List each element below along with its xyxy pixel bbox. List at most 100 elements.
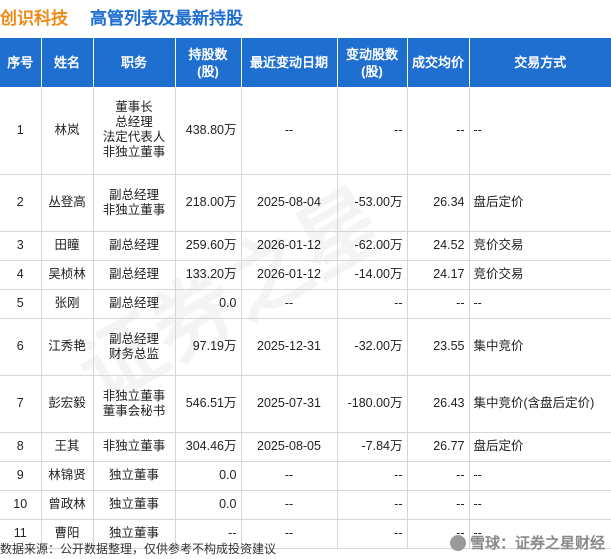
avg-price-cell: --: [407, 490, 470, 520]
change-date-cell: 2026-01-12: [241, 231, 338, 261]
company-name: 创识科技: [0, 9, 68, 28]
change-shares-cell: --: [337, 289, 408, 319]
shares-cell: 259.60万: [175, 231, 242, 261]
avg-price-cell: 24.52: [407, 231, 470, 261]
column-header-name: 姓名: [41, 38, 94, 87]
table-row: 3 田瞳 副总经理 259.60万 2026-01-12 -62.00万 24.52 竞价交易: [0, 231, 611, 261]
row-index: 1: [0, 87, 42, 175]
avg-price-cell: 26.43: [407, 375, 470, 433]
position-cell: 副总经理: [93, 289, 176, 319]
row-index: 3: [0, 231, 42, 261]
change-date-cell: --: [241, 87, 338, 175]
shares-cell: 133.20万: [175, 260, 242, 290]
column-header-trade-method: 交易方式: [469, 38, 611, 87]
change-shares-cell: -53.00万: [337, 174, 408, 232]
column-header-change-date: 最近变动日期: [241, 38, 338, 87]
position-cell: 非独立董事 董事会秘书: [93, 375, 176, 433]
change-shares-cell: -62.00万: [337, 231, 408, 261]
shares-cell: 0.0: [175, 490, 242, 520]
row-index: 9: [0, 461, 42, 491]
position-cell: 独立董事: [93, 461, 176, 491]
shares-cell: 218.00万: [175, 174, 242, 232]
table-row: 4 吴桢林 副总经理 133.20万 2026-01-12 -14.00万 24.17 竞价交…: [0, 260, 611, 290]
avg-price-cell: 26.34: [407, 174, 470, 232]
change-date-cell: --: [241, 289, 338, 319]
trade-method-cell: 集中竞价: [469, 318, 611, 376]
position-cell: 非独立董事: [93, 432, 176, 462]
row-index: 6: [0, 318, 42, 376]
trade-method-cell: --: [469, 461, 611, 491]
position-cell: 董事长 总经理 法定代表人 非独立董事: [93, 87, 176, 175]
trade-method-cell: 竞价交易: [469, 231, 611, 261]
title-bar: 创识科技 高管列表及最新持股: [0, 0, 611, 34]
name-cell: 彭宏毅: [41, 375, 94, 433]
trade-method-cell: 盘后定价: [469, 174, 611, 232]
row-index: 2: [0, 174, 42, 232]
snowball-logo-icon: [449, 535, 466, 551]
page-title: 高管列表及最新持股: [90, 9, 243, 28]
avg-price-cell: 24.17: [407, 260, 470, 290]
column-header-position: 职务: [93, 38, 176, 87]
change-shares-cell: -7.84万: [337, 432, 408, 462]
avg-price-cell: --: [407, 87, 470, 175]
column-header-index: 序号: [0, 38, 42, 87]
change-shares-cell: -32.00万: [337, 318, 408, 376]
table-row: 8 王其 非独立董事 304.46万 2025-08-05 -7.84万 26.77 盘后定价: [0, 432, 611, 462]
change-shares-cell: --: [337, 461, 408, 491]
position-cell: 副总经理: [93, 260, 176, 290]
data-source-note: 数据来源：公开数据整理，仅供参考不构成投资建议: [0, 542, 277, 556]
table-row: 7 彭宏毅 非独立董事 董事会秘书 546.51万 2025-07-31 -180.00万 2…: [0, 375, 611, 433]
column-header-change-shares: 变动股数 (股): [337, 38, 408, 87]
change-date-cell: 2025-08-05: [241, 432, 338, 462]
change-date-cell: 2026-01-12: [241, 260, 338, 290]
change-date-cell: --: [241, 461, 338, 491]
change-date-cell: 2025-12-31: [241, 318, 338, 376]
name-cell: 吴桢林: [41, 260, 94, 290]
row-index: 4: [0, 260, 42, 290]
name-cell: 丛登高: [41, 174, 94, 232]
row-index: 10: [0, 490, 42, 520]
name-cell: 王其: [41, 432, 94, 462]
change-shares-cell: -14.00万: [337, 260, 408, 290]
shares-cell: 0.0: [175, 289, 242, 319]
table-row: 2 丛登高 副总经理 非独立董事 218.00万 2025-08-04 -53.00万 26.…: [0, 174, 611, 232]
brand-label: 雪球：证券之星财经: [449, 532, 605, 553]
position-cell: 副总经理 财务总监: [93, 318, 176, 376]
name-cell: 林岚: [41, 87, 94, 175]
shares-cell: 546.51万: [175, 375, 242, 433]
table-row: 9 林锦贤 独立董事 0.0 -- -- -- --: [0, 461, 611, 491]
column-header-shares: 持股数 (股): [175, 38, 242, 87]
change-date-cell: 2025-07-31: [241, 375, 338, 433]
trade-method-cell: 竞价交易: [469, 260, 611, 290]
change-shares-cell: --: [337, 87, 408, 175]
table-row: 6 江秀艳 副总经理 财务总监 97.19万 2025-12-31 -32.00万 23.55…: [0, 318, 611, 376]
trade-method-cell: --: [469, 490, 611, 520]
avg-price-cell: 23.55: [407, 318, 470, 376]
trade-method-cell: 集中竞价(含盘后定价): [469, 375, 611, 433]
row-index: 5: [0, 289, 42, 319]
change-shares-cell: --: [337, 490, 408, 520]
shares-cell: 97.19万: [175, 318, 242, 376]
avg-price-cell: --: [407, 289, 470, 319]
change-date-cell: --: [241, 490, 338, 520]
name-cell: 张刚: [41, 289, 94, 319]
shares-cell: 0.0: [175, 461, 242, 491]
change-date-cell: 2025-08-04: [241, 174, 338, 232]
shares-cell: 438.80万: [175, 87, 242, 175]
position-cell: 独立董事: [93, 490, 176, 520]
name-cell: 田瞳: [41, 231, 94, 261]
avg-price-cell: 26.77: [407, 432, 470, 462]
executive-holdings-table: 序号 姓名 职务 持股数 (股) 最近变动日期 变动股数 (股) 成交均价 交易方式…: [0, 38, 611, 549]
trade-method-cell: 盘后定价: [469, 432, 611, 462]
name-cell: 江秀艳: [41, 318, 94, 376]
change-shares-cell: --: [337, 519, 408, 549]
avg-price-cell: --: [407, 461, 470, 491]
table-row: 1 林岚 董事长 总经理 法定代表人 非独立董事 438.80万 -- -- -- --: [0, 87, 611, 175]
trade-method-cell: --: [469, 289, 611, 319]
name-cell: 曾政林: [41, 490, 94, 520]
table-header-row: 序号 姓名 职务 持股数 (股) 最近变动日期 变动股数 (股) 成交均价 交易方式: [0, 38, 611, 87]
table-row: 10 曾政林 独立董事 0.0 -- -- -- --: [0, 490, 611, 520]
row-index: 7: [0, 375, 42, 433]
row-index: 8: [0, 432, 42, 462]
change-shares-cell: -180.00万: [337, 375, 408, 433]
